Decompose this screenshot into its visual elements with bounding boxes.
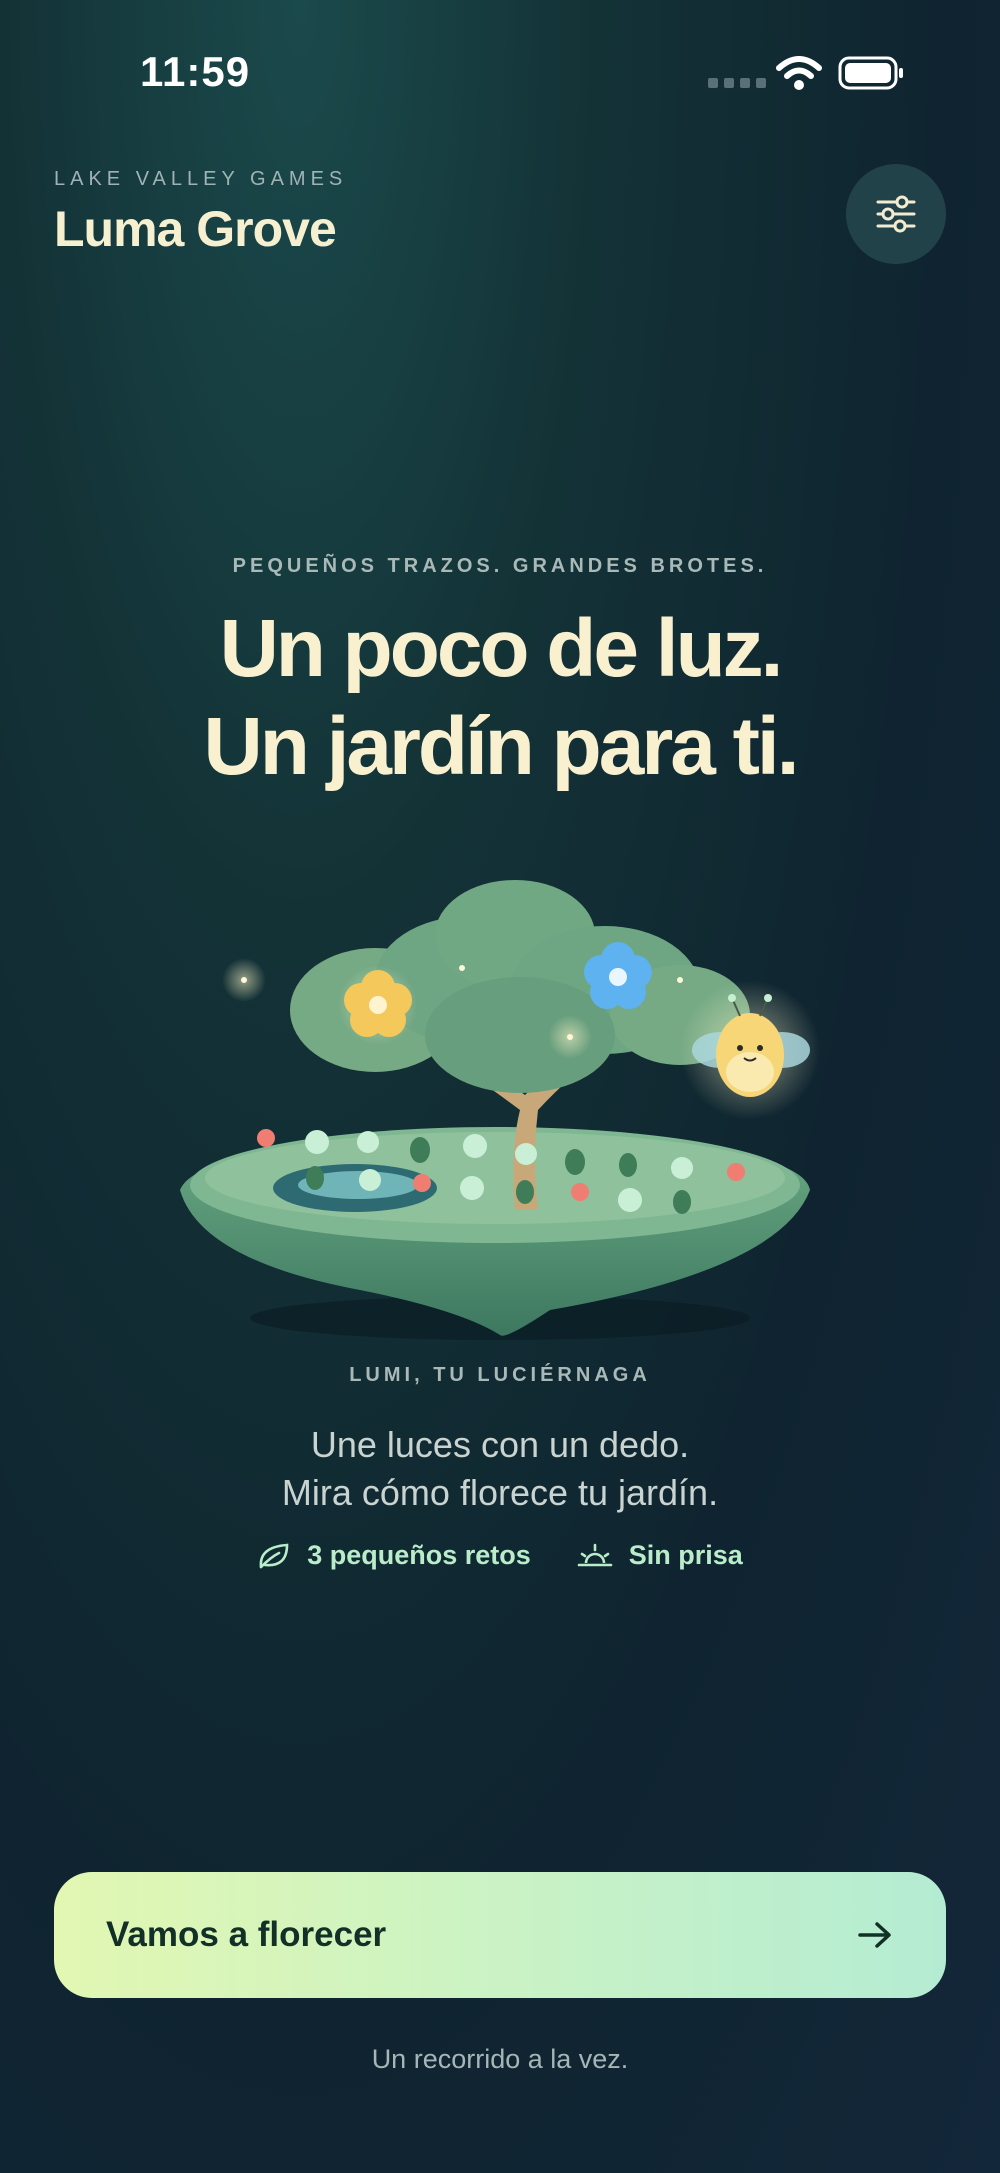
start-button[interactable]: Vamos a florecer xyxy=(54,1872,946,1998)
companion-description-line-1: Une luces con un dedo. xyxy=(310,1424,690,1465)
start-button-label: Vamos a florecer xyxy=(106,1915,387,1954)
arrow-right-icon xyxy=(858,1922,891,1948)
meta-row: 3 pequeños retos Sin prisa xyxy=(0,1540,1000,1571)
status-time: 11:59 xyxy=(140,48,251,95)
headline-line-2: Un jardín para ti. xyxy=(203,701,800,792)
battery-icon xyxy=(838,56,903,90)
sliders-icon xyxy=(876,195,916,233)
meta-item-challenges: 3 pequeños retos xyxy=(257,1540,531,1571)
meta-label-pace: Sin prisa xyxy=(628,1540,743,1570)
meta-label-challenges: 3 pequeños retos xyxy=(307,1540,531,1570)
wifi-icon xyxy=(776,56,822,90)
garden-illustration xyxy=(180,880,820,1340)
app-title: Luma Grove xyxy=(54,201,337,257)
tagline: PEQUEÑOS TRAZOS. GRANDES BROTES. xyxy=(232,555,768,577)
headline-line-1: Un poco de luz. xyxy=(219,603,784,694)
companion-description-line-2: Mira cómo florece tu jardín. xyxy=(281,1472,719,1513)
settings-button[interactable] xyxy=(846,164,946,264)
sunrise-icon xyxy=(577,1543,613,1566)
meta-item-pace: Sin prisa xyxy=(577,1540,743,1571)
footer-note: Un recorrido a la vez. xyxy=(371,2044,629,2074)
leaf-icon xyxy=(259,1543,289,1568)
studio-name: LAKE VALLEY GAMES xyxy=(54,168,348,190)
cellular-signal-icon xyxy=(708,78,766,88)
companion-caption: LUMI, TU LUCIÉRNAGA xyxy=(349,1364,651,1386)
